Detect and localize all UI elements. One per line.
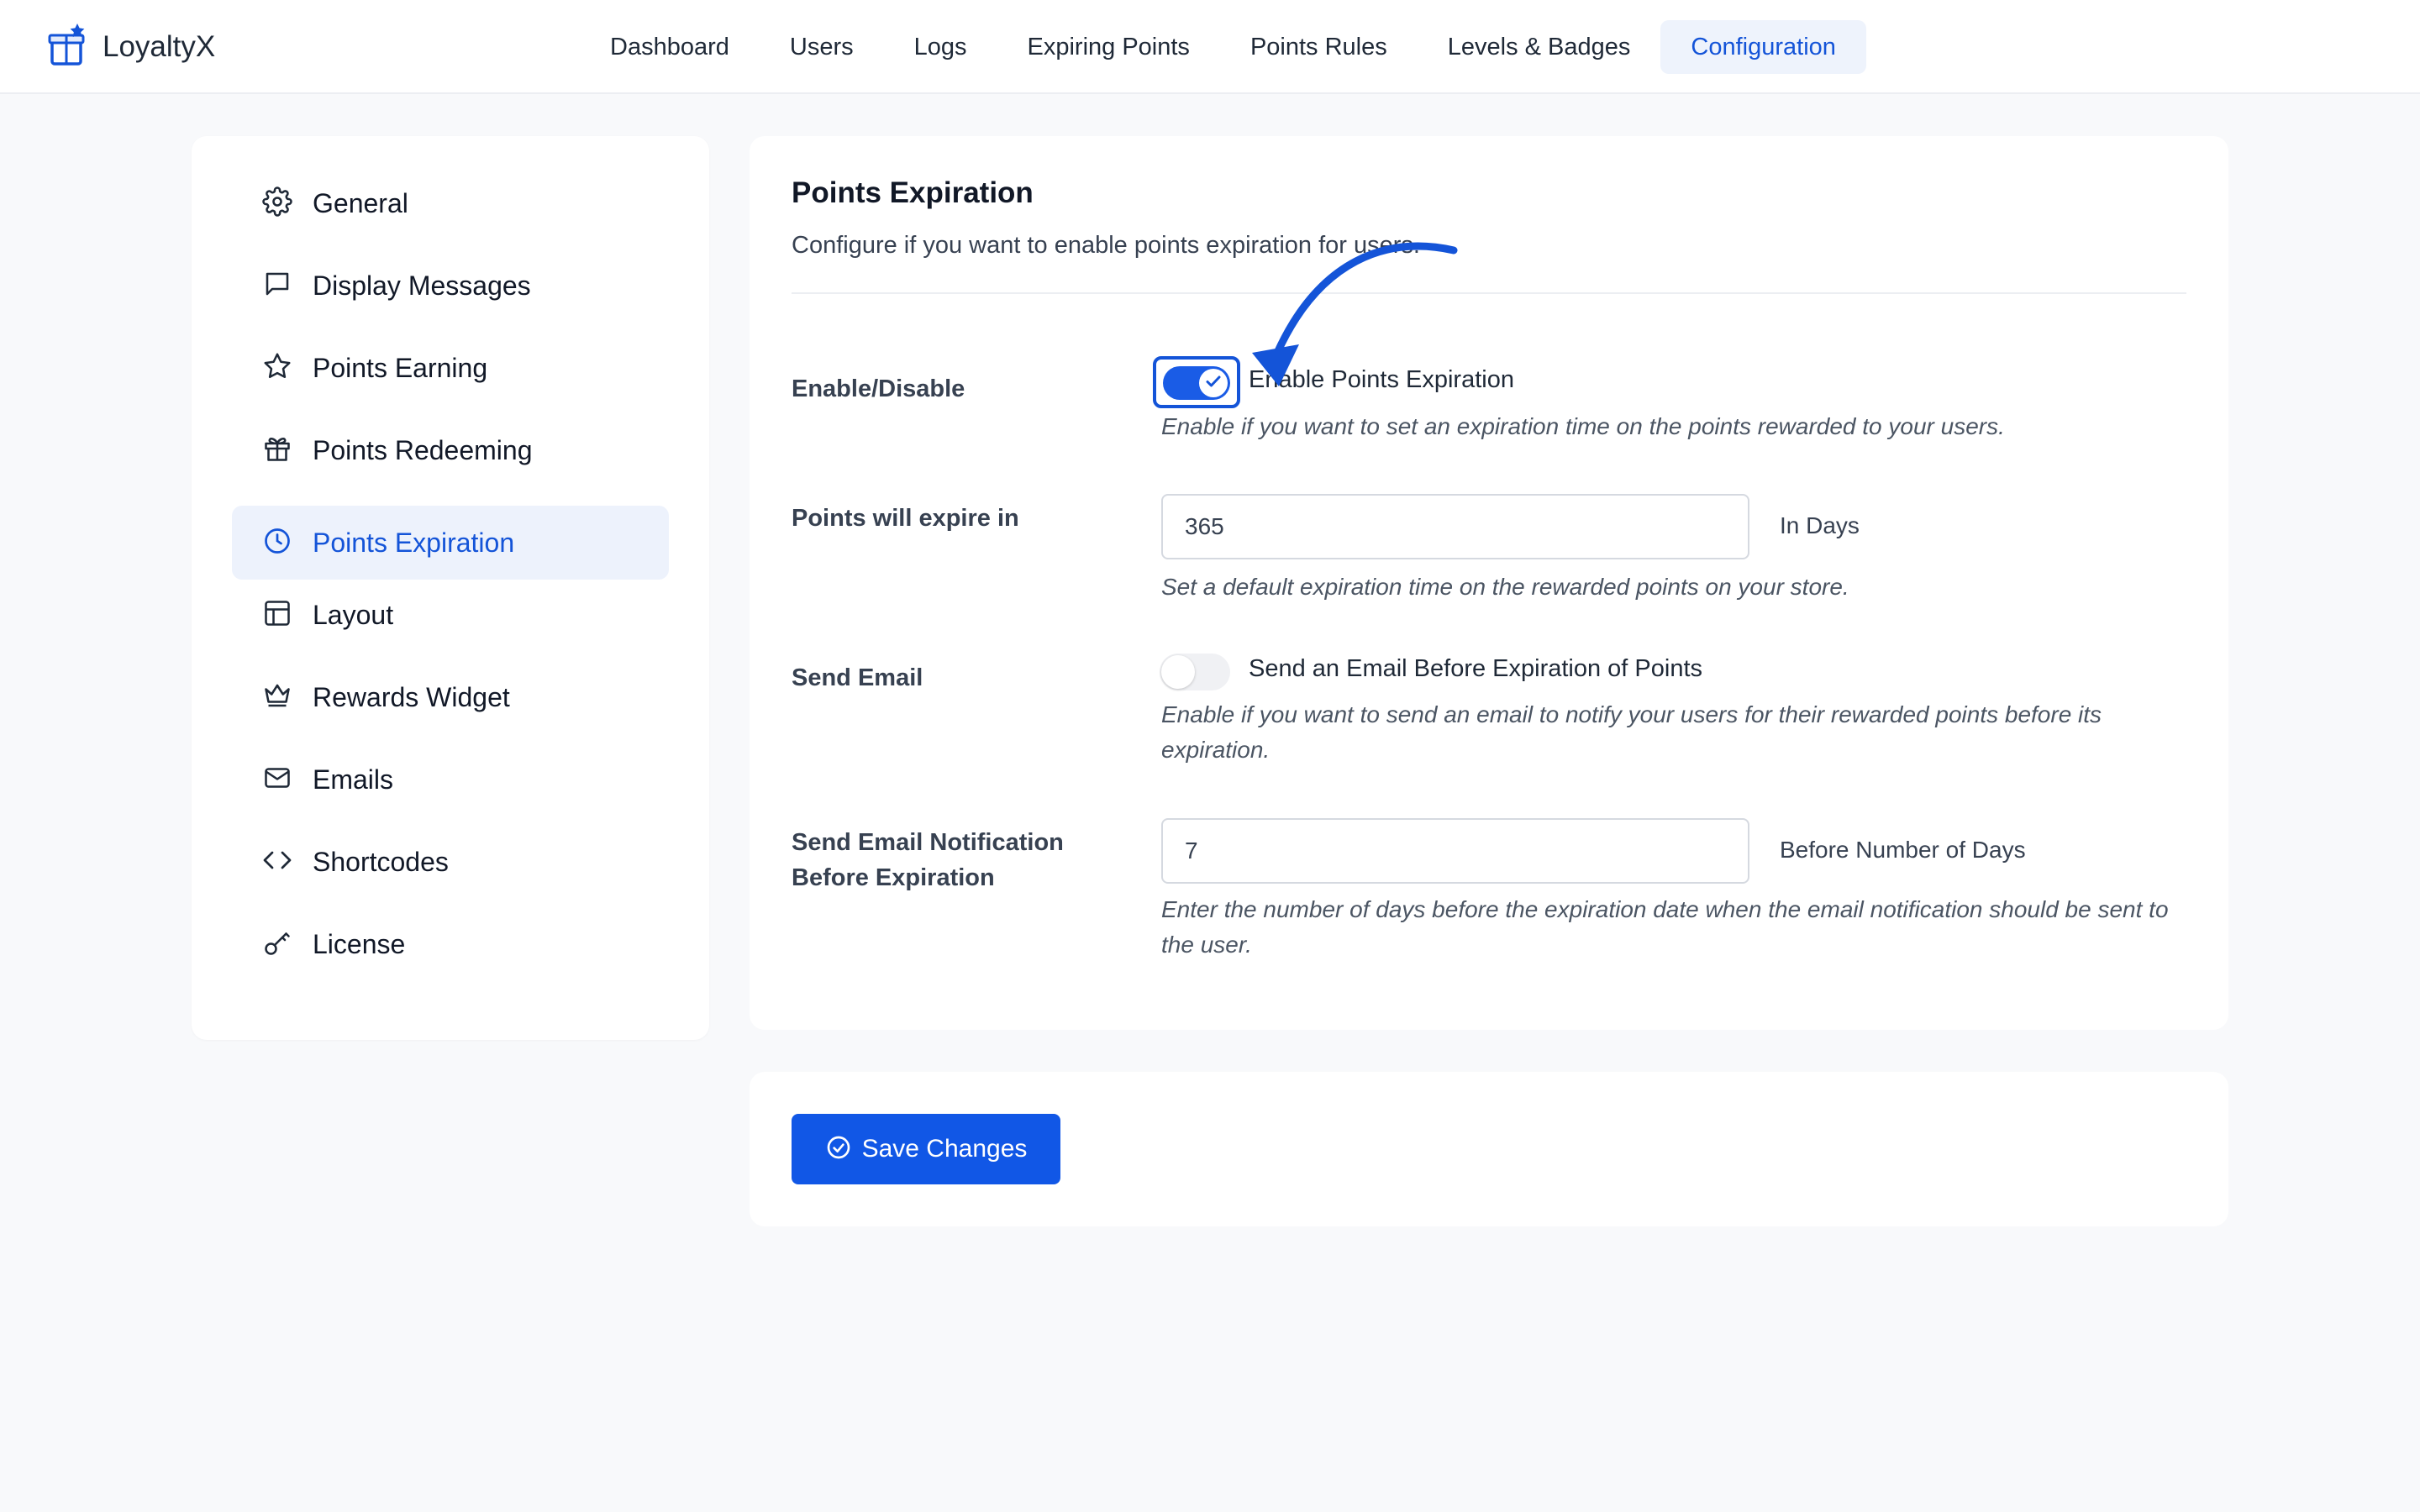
sidebar-item-label: Points Redeeming bbox=[313, 434, 533, 465]
notify-before-help: Enter the number of days before the expi… bbox=[1161, 896, 2169, 958]
gift-logo-icon bbox=[47, 22, 87, 73]
layout-icon bbox=[262, 598, 292, 633]
sidebar-item-label: General bbox=[313, 187, 408, 218]
top-navigation-bar: LoyaltyX Dashboard Users Logs Expiring P… bbox=[0, 0, 2420, 94]
clock-icon bbox=[262, 526, 292, 560]
check-circle-icon bbox=[825, 1134, 852, 1165]
enable-expiration-toggle-label[interactable]: Enable Points Expiration bbox=[1249, 366, 1514, 394]
nav-points-rules[interactable]: Points Rules bbox=[1220, 20, 1418, 74]
send-email-help: Enable if you want to send an email to n… bbox=[1161, 701, 2102, 763]
settings-sidebar: General Display Messages Points Earning … bbox=[192, 136, 709, 1040]
nav-logs[interactable]: Logs bbox=[884, 20, 997, 74]
sidebar-item-label: Rewards Widget bbox=[313, 681, 510, 712]
enable-expiration-help: Enable if you want to set an expiration … bbox=[1161, 413, 2005, 439]
gift-icon bbox=[262, 433, 292, 468]
sidebar-item-license[interactable]: License bbox=[232, 907, 669, 981]
sidebar-item-label: License bbox=[313, 928, 406, 959]
brand[interactable]: LoyaltyX bbox=[47, 22, 216, 73]
notify-before-label-line2: Before Expiration bbox=[792, 864, 995, 891]
save-changes-button[interactable]: Save Changes bbox=[792, 1114, 1060, 1184]
sidebar-item-label: Display Messages bbox=[313, 270, 531, 301]
sidebar-item-general[interactable]: General bbox=[232, 166, 669, 240]
check-icon bbox=[1203, 371, 1223, 396]
sidebar-item-display-messages[interactable]: Display Messages bbox=[232, 249, 669, 323]
key-icon bbox=[262, 927, 292, 962]
nav-levels-badges[interactable]: Levels & Badges bbox=[1418, 20, 1661, 74]
sidebar-item-label: Points Expiration bbox=[313, 527, 515, 558]
sidebar-item-rewards-widget[interactable]: Rewards Widget bbox=[232, 660, 669, 734]
gear-icon bbox=[262, 186, 292, 221]
expire-in-label: Points will expire in bbox=[792, 505, 1019, 532]
notify-before-days-input[interactable] bbox=[1161, 818, 1749, 884]
code-icon bbox=[262, 845, 292, 879]
nav-dashboard[interactable]: Dashboard bbox=[580, 20, 760, 74]
save-panel: Save Changes bbox=[750, 1072, 2228, 1226]
send-email-label: Send Email bbox=[792, 664, 923, 691]
page-description: Configure if you want to enable points e… bbox=[792, 232, 1420, 259]
notify-before-label-line1: Send Email Notification bbox=[792, 829, 1064, 856]
sidebar-item-points-earning[interactable]: Points Earning bbox=[232, 331, 669, 405]
main-nav: Dashboard Users Logs Expiring Points Poi… bbox=[580, 20, 1866, 74]
nav-users[interactable]: Users bbox=[760, 20, 884, 74]
sidebar-item-label: Layout bbox=[313, 599, 394, 630]
nav-expiring-points[interactable]: Expiring Points bbox=[997, 20, 1220, 74]
enable-expiration-toggle[interactable] bbox=[1163, 366, 1230, 400]
nav-configuration[interactable]: Configuration bbox=[1660, 20, 1866, 74]
message-icon bbox=[262, 269, 292, 303]
save-changes-label: Save Changes bbox=[861, 1135, 1028, 1163]
notify-before-unit: Before Number of Days bbox=[1780, 837, 2026, 863]
toggle-knob bbox=[1161, 655, 1195, 689]
mail-icon bbox=[262, 763, 292, 797]
sidebar-item-points-redeeming[interactable]: Points Redeeming bbox=[232, 413, 669, 487]
sidebar-item-label: Points Earning bbox=[313, 352, 488, 383]
sidebar-item-layout[interactable]: Layout bbox=[232, 578, 669, 652]
page-title: Points Expiration bbox=[792, 176, 1034, 209]
enable-disable-label: Enable/Disable bbox=[792, 375, 965, 402]
send-email-toggle-label[interactable]: Send an Email Before Expiration of Point… bbox=[1249, 655, 1702, 683]
expire-in-help: Set a default expiration time on the rew… bbox=[1161, 574, 1849, 600]
sidebar-item-label: Emails bbox=[313, 764, 394, 795]
divider bbox=[792, 292, 2186, 294]
sidebar-item-emails[interactable]: Emails bbox=[232, 743, 669, 816]
expire-in-days-input[interactable] bbox=[1161, 494, 1749, 559]
enable-expiration-toggle-focus[interactable] bbox=[1153, 356, 1240, 408]
send-email-toggle[interactable] bbox=[1160, 654, 1230, 690]
app-name: LoyaltyX bbox=[103, 30, 216, 63]
toggle-knob bbox=[1199, 369, 1228, 397]
crown-icon bbox=[262, 680, 292, 715]
points-expiration-panel: Points Expiration Configure if you want … bbox=[750, 136, 2228, 1030]
star-icon bbox=[262, 351, 292, 386]
sidebar-item-shortcodes[interactable]: Shortcodes bbox=[232, 825, 669, 899]
expire-in-unit: In Days bbox=[1780, 512, 1860, 538]
sidebar-item-label: Shortcodes bbox=[313, 846, 449, 877]
sidebar-item-points-expiration[interactable]: Points Expiration bbox=[232, 506, 669, 580]
